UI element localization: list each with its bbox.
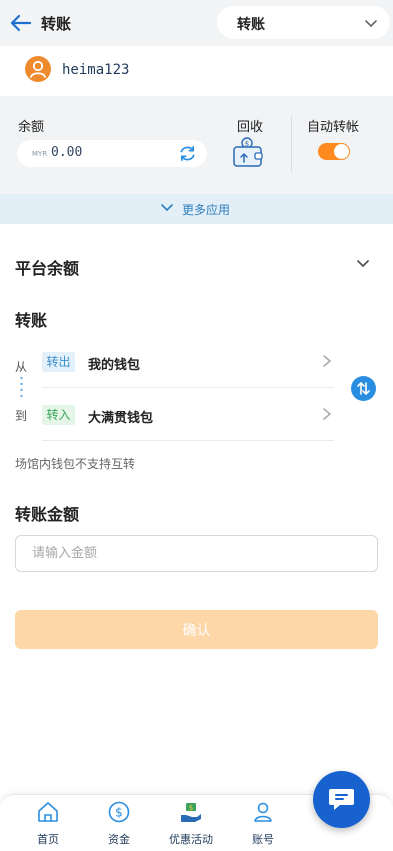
recycle-wallet-icon[interactable]: $	[231, 136, 265, 168]
nav-label: 资金	[108, 833, 130, 846]
from-label: 从	[15, 360, 28, 374]
to-label: 到	[15, 409, 28, 423]
dropdown-value: 转账	[237, 17, 265, 33]
balance-value: 0.00	[51, 145, 83, 160]
swap-arrows-icon	[357, 382, 370, 395]
dotted-connector	[20, 376, 23, 398]
platform-balance-title: 平台余额	[15, 259, 80, 278]
swap-wallets-button[interactable]	[351, 376, 376, 401]
balance-box: MYR 0.00	[17, 140, 207, 167]
more-apps-bar[interactable]: 更多应用	[0, 194, 393, 224]
currency-label: MYR	[32, 150, 48, 158]
from-wallet-name[interactable]: 我的钱包	[88, 354, 140, 373]
back-arrow-icon[interactable]	[10, 12, 32, 34]
nav-label: 账号	[252, 833, 274, 846]
refresh-icon[interactable]	[178, 144, 197, 163]
chevron-down-icon	[161, 204, 173, 212]
transfer-type-dropdown[interactable]: 转账	[217, 6, 390, 39]
recycle-label: 回收	[237, 120, 264, 135]
dollar-icon: $	[108, 801, 130, 823]
auto-transfer-toggle[interactable]	[318, 143, 350, 160]
row-divider	[42, 387, 334, 388]
home-icon	[38, 802, 58, 822]
toggle-knob	[334, 144, 349, 159]
nav-item-account[interactable]: 账号	[233, 801, 293, 847]
more-apps-label: 更多应用	[182, 203, 231, 217]
avatar[interactable]	[25, 56, 51, 82]
confirm-button[interactable]: 确认	[15, 610, 378, 649]
amount-input[interactable]	[15, 535, 378, 572]
balance-label: 余额	[18, 120, 45, 135]
platform-balance-expand-icon[interactable]	[355, 257, 371, 271]
auto-transfer-label: 自动转帐	[307, 120, 360, 135]
wallet-panel: 余额 MYR 0.00 回收 $ 自动转帐	[0, 96, 393, 194]
transfer-in-tag: 转入	[42, 405, 75, 425]
nav-item-promotions[interactable]: $ 优惠活动	[161, 801, 221, 847]
nav-label: 优惠活动	[169, 833, 213, 846]
chevron-right-icon[interactable]	[322, 407, 332, 421]
user-icon	[254, 802, 272, 822]
divider	[291, 116, 292, 172]
to-wallet-name[interactable]: 大满贯钱包	[88, 407, 153, 426]
amount-title: 转账金额	[15, 505, 80, 524]
username: heima123	[62, 62, 130, 78]
chevron-right-icon[interactable]	[322, 354, 332, 368]
chat-support-button[interactable]	[313, 771, 370, 828]
user-row: heima123	[0, 46, 393, 96]
nav-item-funds[interactable]: $ 资金	[89, 801, 149, 847]
gift-hand-icon: $	[181, 803, 201, 822]
transfer-out-tag: 转出	[42, 352, 75, 372]
chevron-down-icon	[365, 20, 377, 28]
header-bar: 转账 转账	[0, 0, 393, 46]
page-title: 转账	[41, 15, 72, 33]
nav-item-home[interactable]: 首页	[18, 801, 78, 847]
svg-text:$: $	[189, 804, 193, 812]
nav-label: 首页	[37, 833, 59, 846]
transfer-note: 场馆内钱包不支持互转	[15, 457, 136, 471]
svg-text:$: $	[115, 806, 123, 820]
user-avatar-icon	[30, 60, 46, 78]
chat-icon	[329, 789, 354, 810]
row-divider	[42, 440, 334, 441]
transfer-title: 转账	[15, 311, 48, 330]
